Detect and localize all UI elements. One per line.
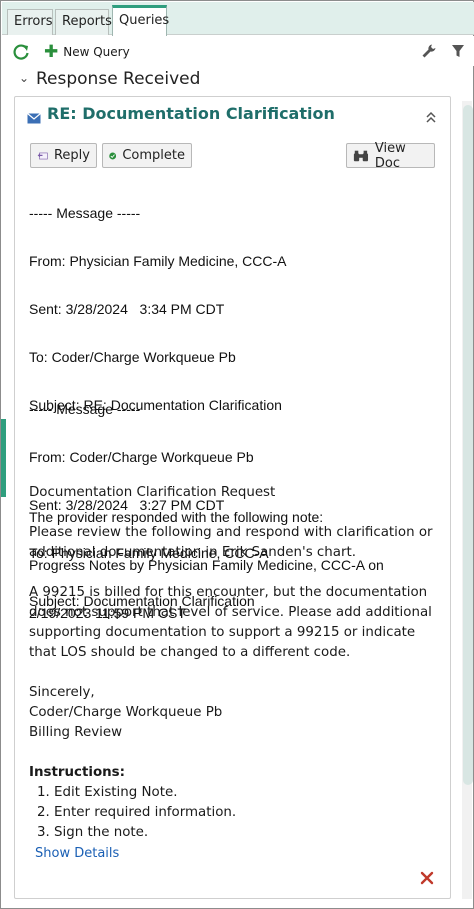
signature-line: Sincerely, [29, 685, 95, 700]
reply-icon [37, 152, 48, 159]
close-icon[interactable] [419, 870, 435, 886]
request-paragraph: Please review the following and respond … [29, 525, 433, 560]
message-from: From: Physician Family Medicine, CCC-A [29, 253, 287, 269]
side-accent-bar [1, 419, 6, 497]
message-to: To: Coder/Charge Workqueue Pb [29, 349, 236, 365]
checkmark-circle-icon [109, 152, 117, 159]
instruction-item: 2. Enter required information. [37, 805, 237, 820]
clarification-request: Documentation Clarification Request Plea… [29, 483, 434, 843]
view-doc-button[interactable]: View Doc [346, 140, 435, 171]
envelope-icon [27, 113, 41, 124]
message-from: From: Coder/Charge Workqueue Pb [29, 449, 254, 465]
plus-icon: ✚ [44, 42, 59, 62]
view-doc-label: View Doc [374, 140, 406, 171]
tab-reports[interactable]: Reports [55, 9, 112, 35]
query-panel: Errors Reports Queries ✚ New Query ⌄ Res… [0, 0, 474, 909]
filter-icon[interactable] [451, 43, 465, 59]
query-card: RE: Documentation Clarification Reply Co… [14, 96, 451, 899]
message-header: ----- Message ----- [29, 205, 141, 221]
section-title: Response Received [36, 69, 201, 89]
refresh-icon[interactable] [11, 42, 31, 62]
instructions-title: Instructions: [29, 765, 126, 780]
section-header-response-received[interactable]: ⌄ Response Received [2, 67, 474, 93]
signature-line: Billing Review [29, 725, 123, 740]
request-paragraph: A 99215 is billed for this encounter, bu… [29, 585, 432, 660]
complete-label: Complete [122, 148, 185, 163]
message-header: ----- Message ----- [29, 401, 141, 417]
instructions-list: 1. Edit Existing Note. 2. Enter required… [29, 783, 434, 843]
show-details-link[interactable]: Show Details [35, 846, 119, 861]
new-query-label: New Query [63, 45, 130, 59]
reply-label: Reply [53, 148, 90, 163]
message-sent: Sent: 3/28/2024 3:34 PM CDT [29, 301, 225, 317]
tab-errors[interactable]: Errors [7, 9, 53, 35]
tab-queries[interactable]: Queries [112, 5, 169, 36]
binoculars-icon [353, 150, 369, 161]
double-chevron-up-icon[interactable] [425, 110, 437, 124]
chevron-down-icon[interactable]: ⌄ [19, 71, 29, 85]
instruction-item: 3. Sign the note. [37, 825, 149, 840]
scrollbar-thumb[interactable] [463, 105, 473, 785]
new-query-button[interactable]: ✚ New Query [44, 43, 130, 61]
signature-line: Coder/Charge Workqueue Pb [29, 705, 223, 720]
complete-button[interactable]: Complete [102, 143, 192, 168]
reply-button[interactable]: Reply [30, 143, 97, 168]
request-title: Documentation Clarification Request [29, 485, 276, 500]
wrench-icon[interactable] [421, 43, 437, 59]
tab-bar: Errors Reports Queries [2, 2, 474, 36]
instruction-item: 1. Edit Existing Note. [37, 785, 178, 800]
card-title: RE: Documentation Clarification [47, 104, 335, 123]
toolbar: ✚ New Query [2, 36, 474, 66]
